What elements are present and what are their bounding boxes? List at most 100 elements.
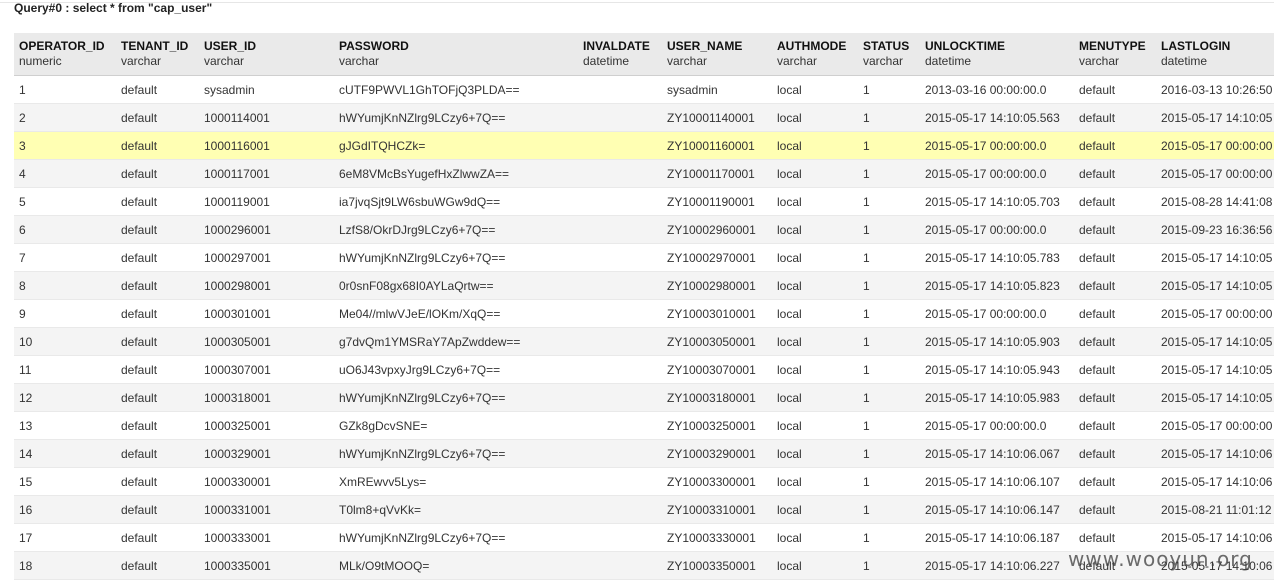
cell-operator-id[interactable]: 3 — [14, 131, 116, 160]
cell-invaldate[interactable] — [578, 187, 662, 216]
cell-operator-id[interactable]: 14 — [14, 439, 116, 468]
table-row[interactable]: 14 default 1000329001 hWYumjKnNZlrg9LCzy6+7… — [14, 439, 1274, 468]
cell-password[interactable]: LzfS8/OkrDJrg9LCzy6+7Q== — [334, 215, 578, 244]
cell-invaldate[interactable] — [578, 215, 662, 244]
cell-status[interactable]: 1 — [858, 103, 920, 132]
cell-tenant-id[interactable]: default — [116, 495, 199, 524]
cell-password[interactable]: XmREwvv5Lys= — [334, 467, 578, 496]
cell-password[interactable]: g7dvQm1YMSRaY7ApZwddew== — [334, 327, 578, 356]
cell-unlocktime[interactable]: 2015-05-17 00:00:00.0 — [920, 159, 1074, 188]
cell-password[interactable]: 6eM8VMcBsYugefHxZlwwZA== — [334, 159, 578, 188]
table-row[interactable]: 6 default 1000296001 LzfS8/OkrDJrg9LCzy6+7Q… — [14, 215, 1274, 244]
cell-authmode[interactable]: local — [772, 159, 858, 188]
cell-menutype[interactable]: default — [1074, 467, 1156, 496]
cell-user-id[interactable]: 1000301001 — [199, 299, 334, 328]
cell-menutype[interactable]: default — [1074, 159, 1156, 188]
cell-authmode[interactable]: local — [772, 243, 858, 272]
cell-lastlogin[interactable]: 2015-05-17 00:00:00 — [1156, 411, 1274, 440]
cell-user-id[interactable]: 1000307001 — [199, 355, 334, 384]
cell-tenant-id[interactable]: default — [116, 383, 199, 412]
column-header-authmode[interactable]: AUTHMODE varchar — [772, 33, 858, 76]
cell-authmode[interactable]: local — [772, 103, 858, 132]
cell-user-name[interactable]: ZY10001160001 — [662, 131, 772, 160]
cell-tenant-id[interactable]: default — [116, 439, 199, 468]
cell-authmode[interactable]: local — [772, 523, 858, 552]
cell-menutype[interactable]: default — [1074, 327, 1156, 356]
cell-password[interactable]: gJGdITQHCZk= — [334, 131, 578, 160]
cell-lastlogin[interactable]: 2015-05-17 14:10:05 — [1156, 103, 1274, 132]
cell-menutype[interactable]: default — [1074, 103, 1156, 132]
cell-tenant-id[interactable]: default — [116, 355, 199, 384]
cell-authmode[interactable]: local — [772, 551, 858, 580]
cell-lastlogin[interactable]: 2015-05-17 14:10:06 — [1156, 523, 1274, 552]
cell-menutype[interactable]: default — [1074, 439, 1156, 468]
cell-unlocktime[interactable]: 2015-05-17 14:10:05.703 — [920, 187, 1074, 216]
cell-status[interactable]: 1 — [858, 551, 920, 580]
cell-tenant-id[interactable]: default — [116, 271, 199, 300]
cell-lastlogin[interactable]: 2015-05-17 14:10:05 — [1156, 355, 1274, 384]
column-header-password[interactable]: PASSWORD varchar — [334, 33, 578, 76]
table-row[interactable]: 12 default 1000318001 hWYumjKnNZlrg9LCzy6+7… — [14, 383, 1274, 412]
cell-password[interactable]: hWYumjKnNZlrg9LCzy6+7Q== — [334, 243, 578, 272]
cell-user-name[interactable]: ZY10003250001 — [662, 411, 772, 440]
table-row[interactable]: 2 default 1000114001 hWYumjKnNZlrg9LCzy6+7Q… — [14, 103, 1274, 132]
cell-tenant-id[interactable]: default — [116, 103, 199, 132]
cell-operator-id[interactable]: 7 — [14, 243, 116, 272]
cell-user-name[interactable]: ZY10003180001 — [662, 383, 772, 412]
cell-user-name[interactable]: ZY10001190001 — [662, 187, 772, 216]
cell-operator-id[interactable]: 13 — [14, 411, 116, 440]
cell-authmode[interactable]: local — [772, 215, 858, 244]
cell-lastlogin[interactable]: 2015-05-17 14:10:06 — [1156, 551, 1274, 580]
result-grid[interactable]: OPERATOR_ID numeric TENANT_ID varchar USER_I… — [14, 33, 1274, 587]
cell-status[interactable]: 1 — [858, 383, 920, 412]
cell-authmode[interactable]: local — [772, 383, 858, 412]
cell-tenant-id[interactable]: default — [116, 411, 199, 440]
table-row[interactable]: 16 default 1000331001 T0lm8+qVvKk= ZY1000331… — [14, 495, 1274, 524]
cell-lastlogin[interactable]: 2015-05-17 14:10:05 — [1156, 271, 1274, 300]
cell-authmode[interactable]: local — [772, 299, 858, 328]
cell-operator-id[interactable]: 1 — [14, 75, 116, 104]
cell-password[interactable]: Me04//mlwVJeE/lOKm/XqQ== — [334, 299, 578, 328]
cell-authmode[interactable]: local — [772, 75, 858, 104]
cell-lastlogin[interactable]: 2015-05-17 00:00:00 — [1156, 131, 1274, 160]
cell-user-id[interactable]: 1000116001 — [199, 131, 334, 160]
cell-authmode[interactable]: local — [772, 327, 858, 356]
cell-menutype[interactable]: default — [1074, 495, 1156, 524]
cell-operator-id[interactable]: 5 — [14, 187, 116, 216]
cell-password[interactable]: cUTF9PWVL1GhTOFjQ3PLDA== — [334, 75, 578, 104]
cell-operator-id[interactable]: 11 — [14, 355, 116, 384]
cell-user-name[interactable]: ZY10002970001 — [662, 243, 772, 272]
cell-operator-id[interactable]: 16 — [14, 495, 116, 524]
cell-tenant-id[interactable]: default — [116, 299, 199, 328]
cell-invaldate[interactable] — [578, 467, 662, 496]
cell-invaldate[interactable] — [578, 271, 662, 300]
cell-invaldate[interactable] — [578, 551, 662, 580]
cell-lastlogin[interactable]: 2015-09-23 16:36:56 — [1156, 215, 1274, 244]
cell-unlocktime[interactable]: 2015-05-17 00:00:00.0 — [920, 131, 1074, 160]
cell-user-name[interactable]: ZY10003070001 — [662, 355, 772, 384]
cell-authmode[interactable]: local — [772, 187, 858, 216]
cell-menutype[interactable]: default — [1074, 523, 1156, 552]
cell-lastlogin[interactable]: 2015-05-17 14:10:06 — [1156, 467, 1274, 496]
cell-unlocktime[interactable]: 2015-05-17 14:10:05.903 — [920, 327, 1074, 356]
cell-authmode[interactable]: local — [772, 439, 858, 468]
cell-unlocktime[interactable]: 2015-05-17 00:00:00.0 — [920, 299, 1074, 328]
cell-operator-id[interactable]: 10 — [14, 327, 116, 356]
cell-password[interactable]: hWYumjKnNZlrg9LCzy6+7Q== — [334, 383, 578, 412]
cell-invaldate[interactable] — [578, 327, 662, 356]
cell-invaldate[interactable] — [578, 495, 662, 524]
cell-operator-id[interactable]: 8 — [14, 271, 116, 300]
cell-authmode[interactable]: local — [772, 411, 858, 440]
cell-user-name[interactable]: ZY10002960001 — [662, 215, 772, 244]
cell-user-name[interactable]: ZY10001170001 — [662, 159, 772, 188]
column-header-user-name[interactable]: USER_NAME varchar — [662, 33, 772, 76]
cell-authmode[interactable]: local — [772, 495, 858, 524]
cell-menutype[interactable]: default — [1074, 271, 1156, 300]
cell-authmode[interactable]: local — [772, 467, 858, 496]
cell-lastlogin[interactable]: 2015-05-17 14:10:05 — [1156, 327, 1274, 356]
column-header-unlocktime[interactable]: UNLOCKTIME datetime — [920, 33, 1074, 76]
cell-user-id[interactable]: 1000114001 — [199, 103, 334, 132]
cell-user-id[interactable]: 1000335001 — [199, 551, 334, 580]
cell-operator-id[interactable]: 17 — [14, 523, 116, 552]
cell-user-name[interactable]: ZY10001140001 — [662, 103, 772, 132]
